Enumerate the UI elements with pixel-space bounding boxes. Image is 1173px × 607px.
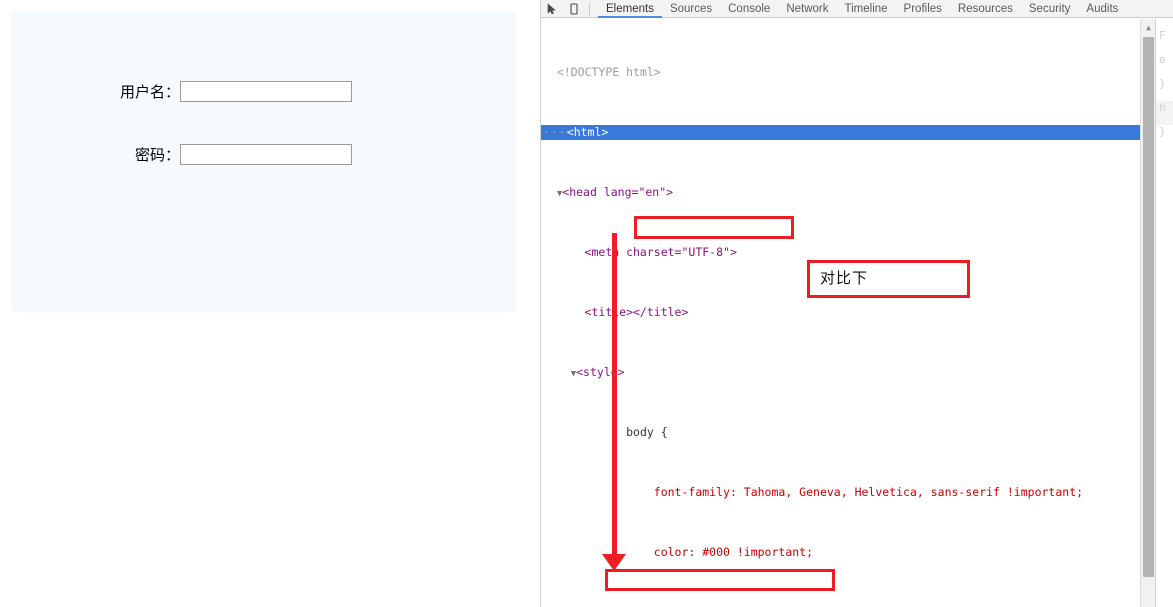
tab-profiles[interactable]: Profiles — [896, 0, 950, 18]
annotation-arrow-line — [612, 233, 617, 558]
dom-line-meta[interactable]: <meta charset="UTF-8"> — [541, 245, 1156, 260]
dom-line-html[interactable]: ···<html> — [541, 125, 1156, 140]
dom-line-head[interactable]: ▼<head lang="en"> — [541, 185, 1156, 200]
padding-wrapper-div: 用户名： 用户名不能为空 密码： 密码不能为空 — [11, 11, 516, 225]
screenshot-root: 用户名： 用户名不能为空 密码： 密码不能为空 — [0, 0, 1173, 607]
username-input[interactable] — [180, 81, 352, 102]
styles-sliver-line: h — [1156, 101, 1173, 125]
username-row: 用户名： 用户名不能为空 — [111, 81, 456, 102]
password-row: 密码： 密码不能为空 — [111, 144, 456, 165]
dom-tree: <!DOCTYPE html> ···<html> ▼<head lang="e… — [541, 19, 1156, 607]
devtools-toolbar: Elements Sources Console Network Timelin… — [541, 0, 1173, 18]
annotation-arrow-head — [602, 554, 626, 571]
style-tag-text: <style> — [576, 365, 625, 379]
tab-elements[interactable]: Elements — [598, 0, 662, 18]
styles-sliver-line: e — [1159, 53, 1166, 66]
dom-tree-scrollbar[interactable]: ▲ — [1140, 19, 1155, 607]
tab-timeline[interactable]: Timeline — [837, 0, 896, 18]
ellipsis-marker: ··· — [543, 125, 567, 139]
toolbar-separator — [589, 2, 590, 15]
css-line-body-selector[interactable]: body { — [541, 425, 1156, 440]
font-family-decl: font-family: Tahoma, Geneva, Helvetica, … — [653, 485, 1084, 499]
inspect-cursor-icon[interactable] — [541, 0, 563, 18]
annotation-note-text: 对比下 — [820, 269, 869, 287]
html-tag-text: <html> — [566, 125, 609, 139]
scrollbar-thumb[interactable] — [1143, 37, 1154, 577]
password-input[interactable] — [180, 144, 352, 165]
tab-audits[interactable]: Audits — [1078, 0, 1126, 18]
tab-resources[interactable]: Resources — [950, 0, 1021, 18]
doctype-text: <!DOCTYPE html> — [556, 65, 661, 79]
tab-network[interactable]: Network — [778, 0, 836, 18]
scroll-up-arrow-icon[interactable]: ▲ — [1141, 20, 1156, 34]
css-line-font-family[interactable]: font-family: Tahoma, Geneva, Helvetica, … — [541, 485, 1156, 500]
dom-line-doctype[interactable]: <!DOCTYPE html> — [541, 65, 1156, 80]
css-line-color[interactable]: color: #000 !important; — [541, 545, 1156, 560]
dom-line-style-open[interactable]: ▼<style> — [541, 365, 1156, 380]
tab-security[interactable]: Security — [1021, 0, 1079, 18]
styles-pane-sliver[interactable]: F e } h } — [1155, 19, 1173, 607]
color-decl: color: #000 !important; — [653, 545, 814, 559]
device-toolbar-icon[interactable] — [563, 0, 585, 18]
tab-sources[interactable]: Sources — [662, 0, 720, 18]
username-field-col: 用户名不能为空 — [180, 81, 352, 102]
styles-sliver-line: } — [1159, 77, 1166, 90]
rendered-page-pane: 用户名： 用户名不能为空 密码： 密码不能为空 — [0, 0, 540, 607]
inner-padding-div: 用户名： 用户名不能为空 密码： 密码不能为空 — [91, 61, 476, 185]
password-field-col: 密码不能为空 — [180, 144, 352, 165]
username-label: 用户名： — [119, 83, 180, 101]
devtools-tabs: Elements Sources Console Network Timelin… — [598, 0, 1126, 18]
dom-line-title[interactable]: <title></title> — [541, 305, 1156, 320]
password-label: 密码： — [134, 146, 180, 164]
head-tag-text: <head lang="en"> — [562, 185, 674, 199]
title-tag-text: <title></title> — [584, 305, 689, 319]
body-selector-text: body { — [626, 425, 668, 439]
dom-tree-scroll-area[interactable]: <!DOCTYPE html> ···<html> ▼<head lang="e… — [541, 19, 1156, 607]
tab-console[interactable]: Console — [720, 0, 778, 18]
outer-container-div: 用户名： 用户名不能为空 密码： 密码不能为空 — [11, 11, 516, 311]
meta-tag-text: <meta charset="UTF-8"> — [584, 245, 737, 259]
styles-sliver-line: } — [1159, 125, 1166, 138]
row-spacer — [111, 102, 456, 144]
devtools-panel: Elements Sources Console Network Timelin… — [540, 0, 1173, 607]
styles-sliver-line: F — [1159, 29, 1166, 42]
